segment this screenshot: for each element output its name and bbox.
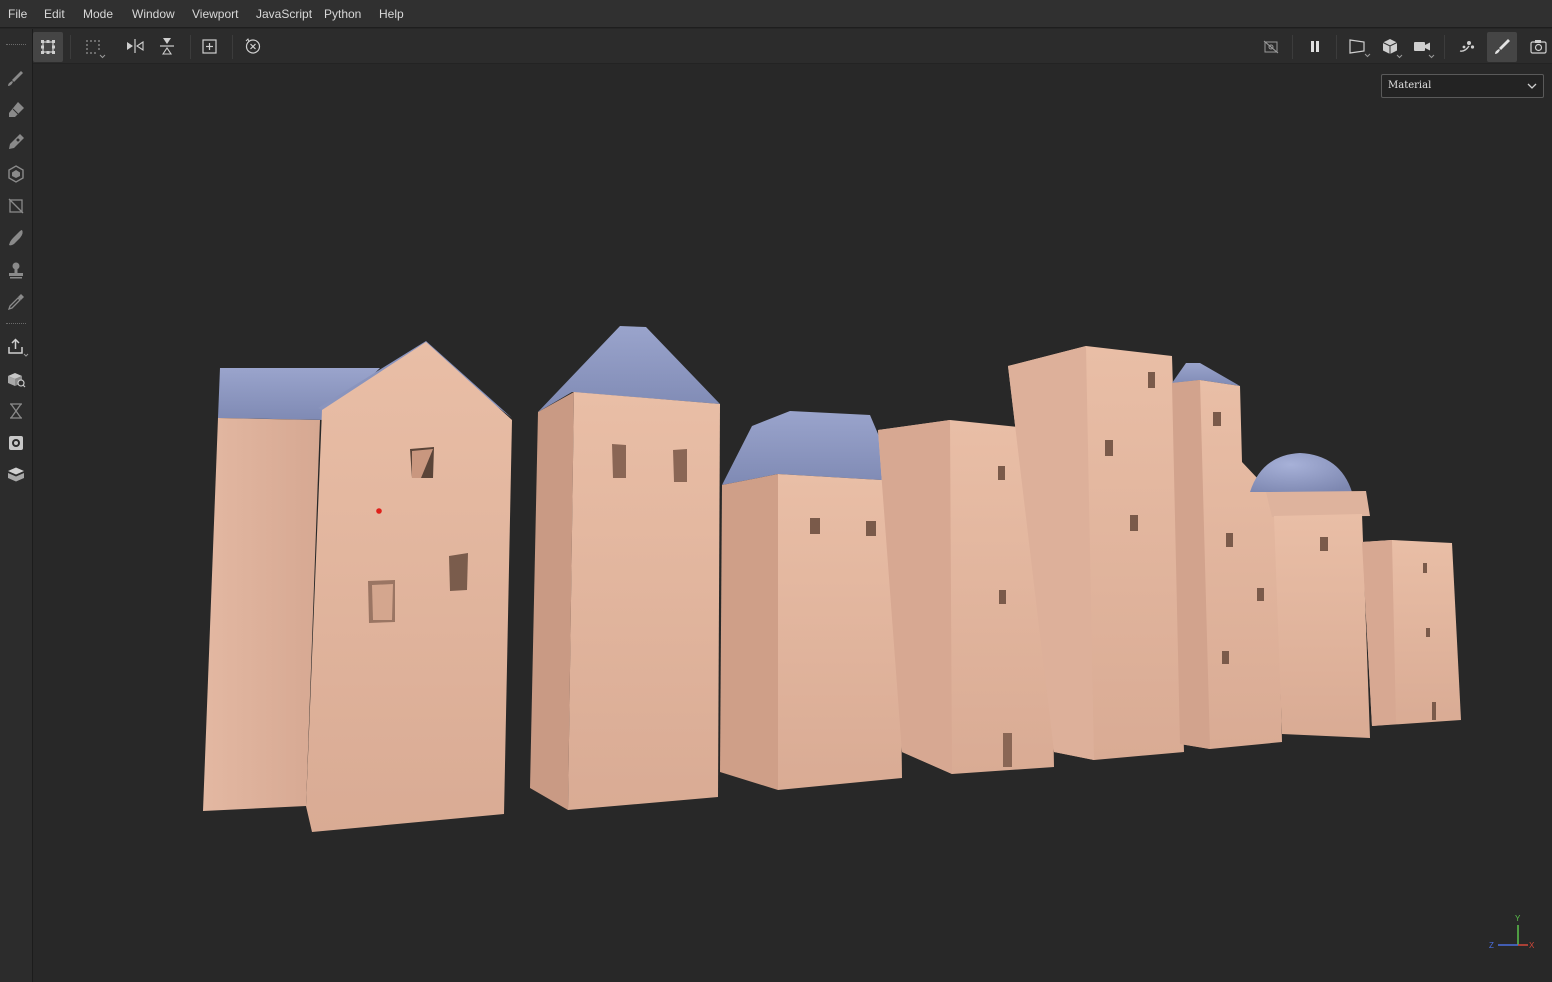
toolbar-separator (232, 35, 233, 59)
paint-tool-icon[interactable] (2, 64, 30, 92)
render-mode-icon[interactable] (1375, 32, 1405, 62)
sidebar-grip (6, 323, 26, 326)
hide-overlay-icon[interactable] (1256, 32, 1286, 62)
bake-icon[interactable] (1451, 32, 1481, 62)
texture-set-icon[interactable] (2, 461, 30, 489)
menu-window[interactable]: Window (132, 0, 175, 28)
3d-viewport[interactable]: Y Z X (33, 64, 1552, 982)
menu-javascript[interactable]: JavaScript (256, 0, 312, 28)
selection-mode-icon[interactable] (33, 32, 63, 62)
projection-tool-icon[interactable] (2, 128, 30, 156)
eraser-tool-icon[interactable] (2, 96, 30, 124)
axis-y-label: Y (1515, 914, 1521, 923)
smudge-tool-icon[interactable] (2, 224, 30, 252)
menu-python[interactable]: Python (324, 0, 361, 28)
mirror-horizontal-icon[interactable] (120, 32, 150, 62)
axis-z-label: Z (1489, 941, 1494, 950)
display-settings-icon[interactable] (2, 429, 30, 457)
asset-library-icon[interactable] (2, 365, 30, 393)
building-d (720, 411, 902, 790)
material-mode-value: Material (1388, 80, 1432, 91)
building-c (530, 326, 720, 810)
menu-file[interactable]: File (8, 0, 27, 28)
geometry-mask-icon[interactable] (2, 192, 30, 220)
scene-render: Y Z X (203, 326, 1535, 950)
sidebar-grip (6, 44, 26, 47)
reset-transform-icon[interactable] (238, 32, 268, 62)
camera-perspective-icon[interactable] (1343, 32, 1373, 62)
tool-sidebar (0, 29, 33, 982)
menu-viewport[interactable]: Viewport (192, 0, 238, 28)
grid-select-icon[interactable] (78, 32, 108, 62)
toolbar-separator (190, 35, 191, 59)
export-icon[interactable] (2, 333, 30, 361)
mirror-vertical-icon[interactable] (152, 32, 182, 62)
axis-gizmo: Y Z X (1489, 914, 1535, 950)
toolbar-separator (1336, 35, 1337, 59)
axis-x-label: X (1529, 941, 1535, 950)
clone-stamp-icon[interactable] (2, 256, 30, 284)
add-frame-icon[interactable] (195, 32, 225, 62)
menu-mode[interactable]: Mode (83, 0, 113, 28)
toolbar-separator (1292, 35, 1293, 59)
screenshot-icon[interactable] (1523, 32, 1552, 62)
menu-edit[interactable]: Edit (44, 0, 65, 28)
building-b (306, 341, 512, 832)
paint-brush-icon[interactable] (1487, 32, 1517, 62)
building-g (1172, 363, 1282, 749)
chevron-down-icon (1526, 75, 1538, 106)
pause-icon[interactable] (1300, 32, 1330, 62)
menu-help[interactable]: Help (379, 0, 404, 28)
polygon-fill-icon[interactable] (2, 160, 30, 188)
history-icon[interactable] (2, 397, 30, 425)
color-picker-icon[interactable] (2, 288, 30, 316)
menu-bar: File Edit Mode Window Viewport JavaScrip… (0, 0, 1552, 28)
building-i (1362, 540, 1461, 726)
toolbar-separator (1444, 35, 1445, 59)
main-toolbar (33, 29, 1552, 64)
material-mode-dropdown[interactable]: Material (1381, 74, 1544, 98)
video-camera-icon[interactable] (1407, 32, 1437, 62)
toolbar-separator (70, 35, 71, 59)
